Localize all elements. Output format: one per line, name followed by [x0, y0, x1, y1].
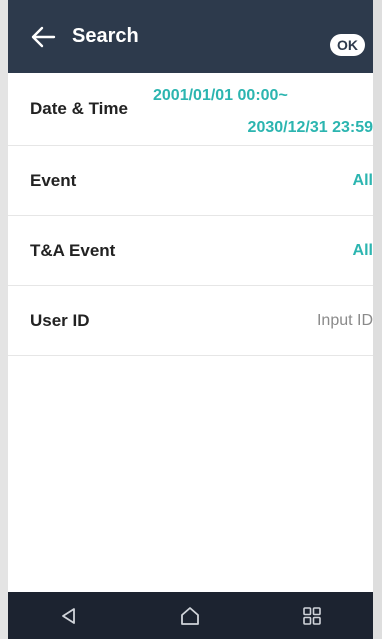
right-edge [373, 0, 382, 639]
event-label: Event [30, 170, 77, 190]
ok-button[interactable]: OK [330, 34, 365, 56]
user-id-input[interactable]: Input ID [317, 312, 373, 330]
event-row[interactable]: Event All [8, 146, 373, 216]
back-button[interactable] [22, 17, 64, 57]
ta-event-row[interactable]: T&A Event All [8, 216, 373, 286]
date-time-label: Date & Time [30, 99, 128, 118]
page-title: Search [72, 25, 139, 47]
arrow-left-icon [31, 26, 56, 47]
grid-apps-icon [303, 606, 321, 625]
ta-event-value: All [352, 241, 373, 259]
date-time-row[interactable]: Date & Time 2001/01/01 00:00~ 2030/12/31… [8, 73, 373, 146]
user-id-row[interactable]: User ID Input ID [8, 286, 373, 356]
triangle-back-icon [61, 607, 75, 624]
search-screen: Search OK Date & Time 2001/01/01 00:00~ … [0, 0, 382, 639]
system-nav-bar [8, 592, 373, 639]
nav-apps-button[interactable] [288, 596, 336, 636]
app-header: Search OK [8, 0, 373, 73]
event-value: All [352, 171, 373, 189]
search-criteria-list: Date & Time 2001/01/01 00:00~ 2030/12/31… [8, 73, 373, 356]
left-edge [0, 0, 8, 639]
nav-back-button[interactable] [45, 596, 93, 636]
date-time-start: 2001/01/01 00:00~ [153, 87, 288, 104]
house-home-icon [181, 606, 200, 625]
ta-event-label: T&A Event [30, 240, 116, 260]
nav-home-button[interactable] [166, 596, 214, 636]
date-time-end: 2030/12/31 23:59 [247, 119, 373, 136]
user-id-label: User ID [30, 310, 90, 330]
